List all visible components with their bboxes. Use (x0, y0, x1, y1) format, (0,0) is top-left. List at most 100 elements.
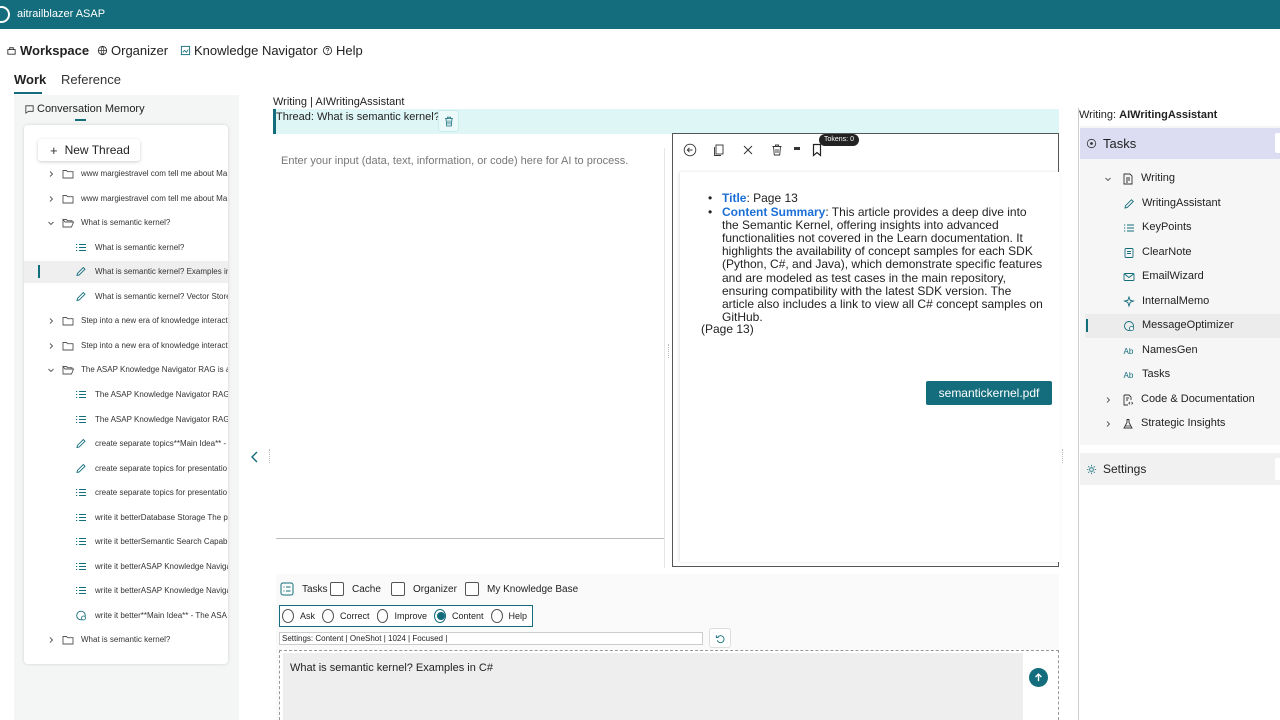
mode-radio-help[interactable] (490, 609, 503, 623)
pencil-icon (1124, 198, 1134, 209)
nav-knowledge-navigator[interactable]: Knowledge Navigator (180, 43, 318, 58)
thread-item[interactable]: write it betterASAP Knowledge Naviga (24, 556, 228, 578)
doc-edit-icon (1123, 173, 1133, 185)
thread-item[interactable]: The ASAP Knowledge Navigator RAG is (24, 384, 228, 406)
input-textarea[interactable] (273, 148, 665, 568)
thread-item[interactable]: write it betterDatabase Storage The p (24, 507, 228, 529)
mode-radio-improve[interactable] (376, 609, 389, 623)
tab-active-underline (14, 92, 42, 94)
task-item[interactable]: Ab NamesGen (1085, 339, 1280, 363)
output-summary-key: Content Summary (722, 205, 826, 220)
delete-thread-button[interactable] (438, 110, 459, 132)
task-category[interactable]: Writing (1085, 167, 1280, 191)
thread-item[interactable]: create separate topics for presentatio (24, 482, 228, 504)
nav-help[interactable]: Help (322, 43, 363, 58)
mode-radio-ask[interactable] (282, 609, 294, 623)
task-label: EmailWizard (1142, 270, 1204, 282)
collapse-panel-button[interactable] (242, 443, 267, 470)
mode-radio-correct[interactable] (322, 609, 334, 623)
task-label: Writing (1141, 172, 1176, 184)
task-item[interactable]: InternalMemo (1085, 290, 1280, 314)
globe-icon (97, 45, 108, 56)
thread-folder[interactable]: What is semantic kernel? (24, 629, 228, 651)
conversation-memory-header[interactable]: Conversation Memory (24, 103, 145, 115)
thread-label: create separate topics**Main Idea** - (95, 439, 227, 449)
undo-icon (715, 634, 724, 643)
mode-label-help: Help (508, 611, 528, 621)
task-item[interactable]: EmailWizard (1085, 265, 1280, 289)
source-file-button[interactable]: semantickernel.pdf (926, 381, 1052, 405)
output-title-item: Title: Page 13 (706, 191, 1046, 205)
thread-item[interactable]: The ASAP Knowledge Navigator RAG is (24, 409, 228, 431)
nav-workspace[interactable]: Workspace (6, 43, 89, 58)
list-icon (76, 513, 86, 521)
thread-item[interactable]: write it better**Main Idea** - The ASA (24, 605, 228, 627)
mode-label-ask: Ask (299, 611, 315, 621)
task-item[interactable]: KeyPoints (1085, 216, 1280, 240)
thread-folder[interactable]: www margiestravel com tell me about Ma (24, 163, 228, 185)
thread-label: www margiestravel com tell me about Ma (81, 169, 228, 178)
task-item[interactable]: MessageOptimizer (1085, 314, 1280, 338)
copy-icon (714, 144, 724, 156)
copy-button[interactable] (709, 140, 729, 160)
knowledge-base-checkbox[interactable]: My Knowledge Base (465, 582, 578, 596)
left-splitter-handle[interactable] (269, 449, 271, 463)
thread-label: create separate topics for presentatio (95, 488, 228, 498)
output-title-value: : Page 13 (746, 191, 798, 205)
task-category[interactable]: Strategic Insights (1085, 412, 1280, 436)
thread-item[interactable]: create separate topics**Main Idea** - (24, 433, 228, 455)
settings-section-header[interactable]: Settings (1080, 453, 1280, 485)
chevron-down-icon (48, 369, 54, 373)
list-icon (1124, 224, 1134, 232)
minimize-icon[interactable] (794, 147, 800, 150)
cache-checkbox[interactable]: Cache (330, 582, 381, 596)
thread-item[interactable]: What is semantic kernel? (24, 237, 228, 259)
thread-folder[interactable]: What is semantic kernel? (24, 212, 228, 234)
thread-folder[interactable]: Step into a new era of knowledge interac… (24, 310, 228, 332)
knowledge-base-checkbox-box[interactable] (465, 582, 479, 596)
thread-item[interactable]: write it betterSemantic Search Capab (24, 531, 228, 553)
new-thread-button[interactable]: + New Thread (38, 139, 140, 161)
sparkle-icon (1123, 295, 1135, 307)
thread-folder[interactable]: Step into a new era of knowledge interac… (24, 335, 228, 357)
send-button[interactable] (1029, 668, 1048, 687)
clear-button[interactable] (738, 140, 758, 160)
thread-item[interactable]: What is semantic kernel? Vector Store (24, 286, 228, 308)
text-ab-icon: Ab (1124, 371, 1134, 380)
settings-summary: Settings: Content | OneShot | 1024 | Foc… (279, 632, 703, 645)
task-item[interactable]: WritingAssistant (1085, 192, 1280, 216)
right-splitter-handle[interactable] (1062, 449, 1064, 463)
thread-item[interactable]: write it betterASAP Knowledge Naviga (24, 580, 228, 602)
tab-reference[interactable]: Reference (61, 72, 121, 87)
organizer-checkbox[interactable]: Organizer (391, 582, 457, 596)
nav-organizer[interactable]: Organizer (97, 43, 168, 58)
output-summary-item: Content Summary: This article provides a… (706, 206, 1046, 324)
task-category[interactable]: Code & Documentation (1085, 388, 1280, 412)
thread-folder[interactable]: www margiestravel com tell me about Ma (24, 188, 228, 210)
thread-label: Step into a new era of knowledge interac… (81, 340, 228, 350)
back-button[interactable] (680, 140, 700, 160)
cache-checkbox-box[interactable] (330, 582, 344, 596)
task-item[interactable]: ClearNote (1085, 241, 1280, 265)
center-splitter-handle[interactable] (668, 344, 670, 358)
delete-output-button[interactable] (767, 140, 787, 160)
thread-item[interactable]: create separate topics for presentatio (24, 458, 228, 480)
thread-item[interactable]: What is semantic kernel? Examples in (24, 261, 228, 284)
code-doc-icon (1123, 394, 1134, 405)
task-item[interactable]: Ab Tasks (1085, 363, 1280, 387)
organizer-checkbox-box[interactable] (391, 582, 405, 596)
thread-folder[interactable]: The ASAP Knowledge Navigator RAG is a g (24, 359, 228, 381)
tasks-section-header[interactable]: Tasks (1080, 128, 1280, 159)
close-icon (743, 145, 753, 155)
thread-label: What is semantic kernel? Vector Store (95, 291, 228, 301)
task-label: InternalMemo (1142, 294, 1210, 307)
list-icon (76, 390, 86, 398)
pencil-icon (76, 438, 86, 449)
reset-settings-button[interactable] (709, 628, 731, 648)
pencil-icon (76, 291, 86, 301)
conversation-memory-underline (75, 119, 86, 121)
message-gear-icon (76, 610, 86, 621)
mode-radio-content[interactable] (434, 609, 446, 623)
tab-work[interactable]: Work (14, 72, 46, 87)
tasks-toggle[interactable]: Tasks (280, 582, 328, 596)
